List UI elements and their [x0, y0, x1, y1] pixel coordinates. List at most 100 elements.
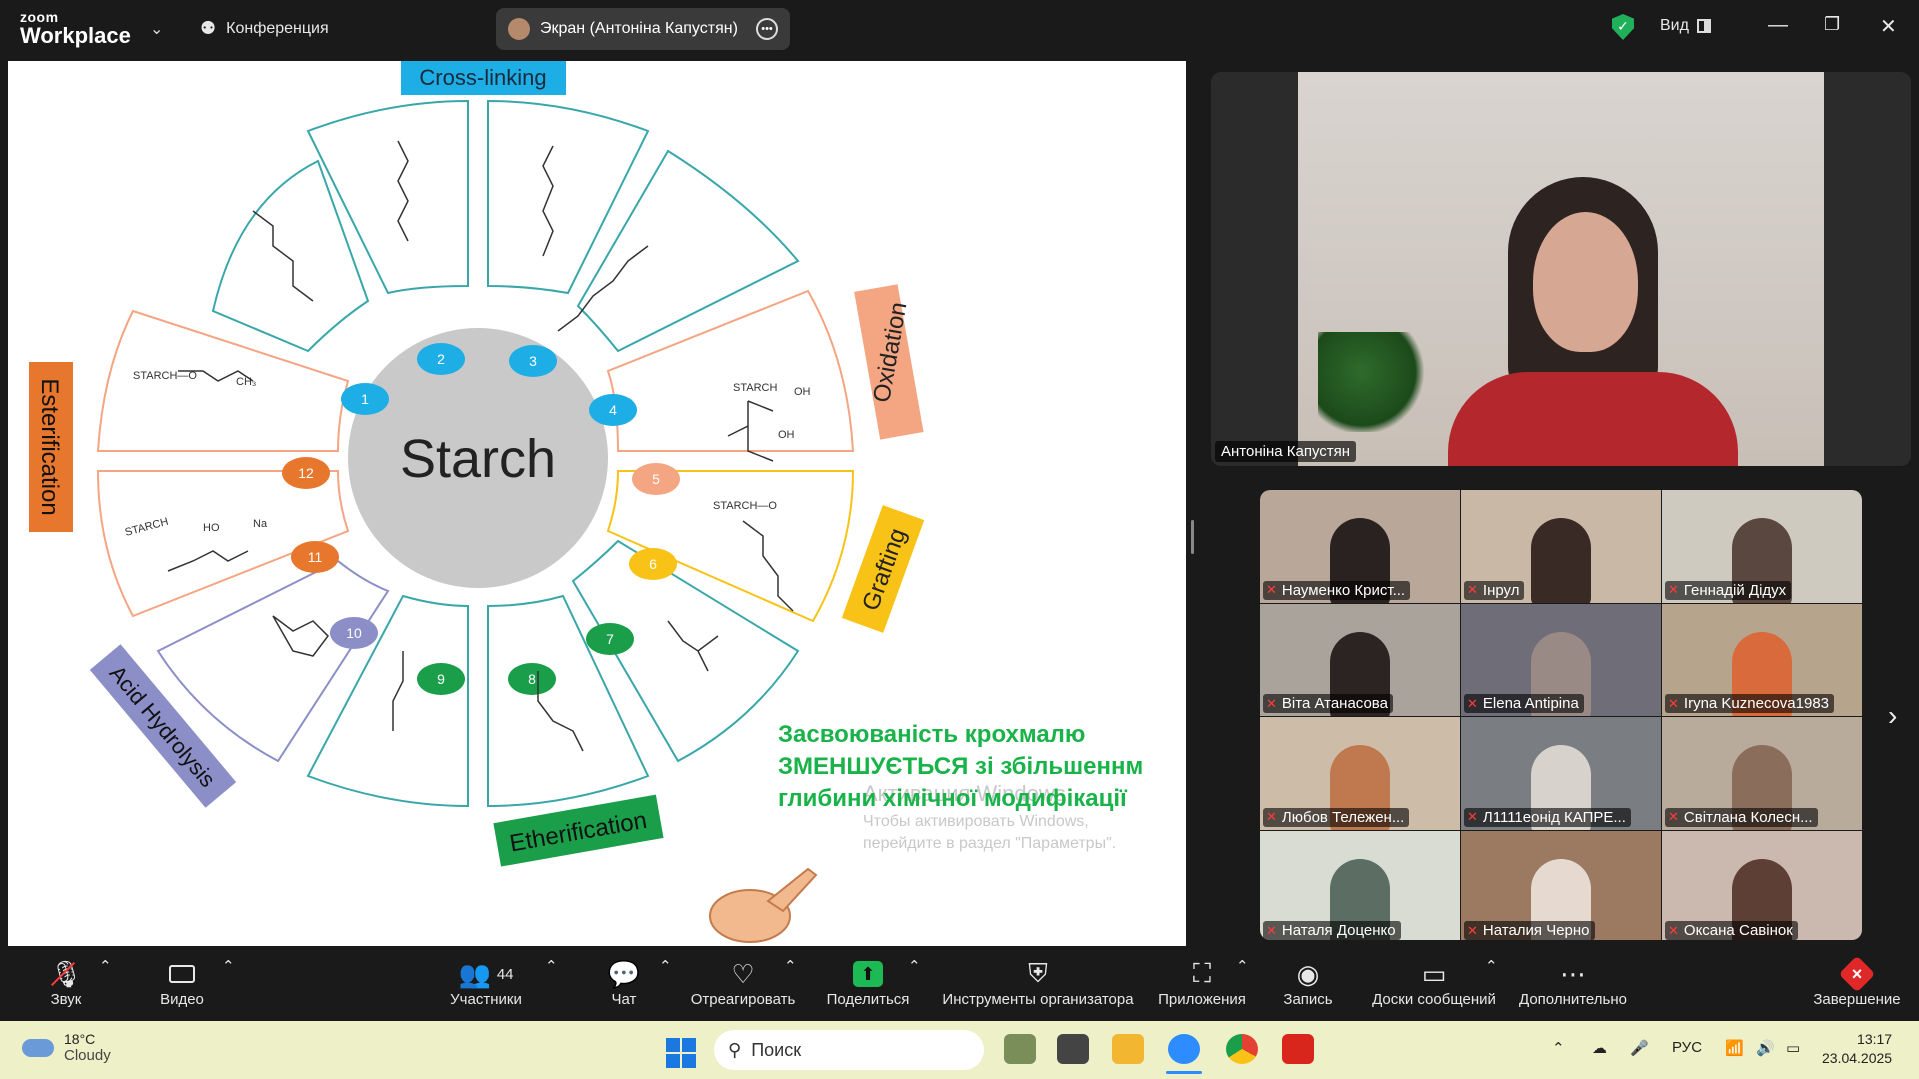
- share-button[interactable]: ⬆ Поделиться: [826, 957, 910, 1008]
- watermark-line-3: перейдите в раздел "Параметры".: [863, 835, 1116, 852]
- weather-widget[interactable]: 18°C Cloudy: [22, 1031, 111, 1064]
- mic-muted-icon: ✕: [1668, 809, 1679, 824]
- share-options-chevron-icon[interactable]: ⌃: [908, 957, 921, 975]
- meeting-info-button[interactable]: ⚉ Конференция: [200, 18, 329, 39]
- participant-tile[interactable]: ✕ Elena Antipina: [1461, 603, 1661, 716]
- title-bar: zoom Workplace ⌄ ⚉ Конференция Экран (Ан…: [0, 0, 1919, 59]
- chevron-right-icon[interactable]: ›: [1888, 700, 1897, 732]
- participant-name: Інрул: [1482, 581, 1520, 599]
- whiteboards-button[interactable]: ▭ Доски сообщений: [1367, 957, 1501, 1009]
- battery-icon[interactable]: ▭: [1786, 1039, 1800, 1057]
- restore-icon[interactable]: ❐: [1824, 14, 1840, 35]
- participant-tile[interactable]: ✕ Л1111еонід КАПРЕ...: [1461, 717, 1661, 830]
- formula-oh-bottom: OH: [778, 429, 795, 441]
- acrobat-icon[interactable]: [1282, 1034, 1314, 1064]
- chat-options-chevron-icon[interactable]: ⌃: [659, 957, 672, 975]
- note-line-1: Засвоюваність крохмалю: [778, 721, 1085, 748]
- splitter-handle[interactable]: [1191, 520, 1194, 554]
- apps-button[interactable]: ⛶ Приложения: [1156, 957, 1248, 1008]
- video-label: Видео: [160, 991, 204, 1008]
- weather-condition: Cloudy: [64, 1047, 111, 1064]
- show-hidden-icons-chevron-icon[interactable]: ⌃: [1552, 1039, 1565, 1057]
- whiteboard-icon: ▭: [1421, 958, 1447, 989]
- mic-muted-icon: ✕: [1467, 695, 1478, 711]
- taskbar-search[interactable]: ⚲ Поиск: [714, 1030, 984, 1070]
- speaker-body: [1448, 372, 1738, 466]
- audio-options-chevron-icon[interactable]: ⌃: [99, 957, 112, 975]
- participant-name: Elena Antipina: [1482, 695, 1579, 712]
- participant-name-tag: ✕ Elena Antipina: [1464, 694, 1584, 713]
- more-button[interactable]: ⋯ Дополнительно: [1517, 957, 1629, 1009]
- clock[interactable]: 13:17 23.04.2025: [1822, 1030, 1892, 1068]
- participant-tile[interactable]: ✕ Світлана Колесн...: [1662, 717, 1862, 830]
- segment-number-1: 1: [361, 391, 369, 407]
- react-button[interactable]: ♡ Отреагировать: [690, 957, 796, 1009]
- audio-label: Звук: [50, 991, 82, 1008]
- microphone-icon[interactable]: 🎤: [1630, 1039, 1649, 1057]
- end-meeting-button[interactable]: × Завершение: [1812, 955, 1902, 1008]
- whiteboards-options-chevron-icon[interactable]: ⌃: [1485, 957, 1498, 975]
- segment-number-7: 7: [606, 631, 614, 647]
- participant-tile[interactable]: ✕ Наталя Доценко: [1260, 830, 1460, 940]
- record-label: Запись: [1283, 991, 1333, 1008]
- security-shield-icon[interactable]: ✓: [1612, 14, 1634, 40]
- note-line-2: ЗМЕНШУЄТЬСЯ зі збільшеннм: [778, 753, 1143, 780]
- minimize-icon[interactable]: —: [1768, 14, 1788, 37]
- active-app-indicator: [1166, 1071, 1202, 1074]
- desktop-icon[interactable]: [1057, 1034, 1089, 1064]
- participants-options-chevron-icon[interactable]: ⌃: [545, 957, 558, 975]
- active-speaker-video[interactable]: Антоніна Капустян: [1211, 72, 1911, 466]
- formula-ch3: CH₃: [236, 376, 256, 388]
- formula-starch-oxidation: STARCH: [733, 382, 777, 394]
- video-options-chevron-icon[interactable]: ⌃: [222, 957, 235, 975]
- meeting-toolbar: 🎙 Звук ⌃ Видео ⌃ 👥 44 Участники ⌃ 💬 Чат ⌃…: [0, 949, 1919, 1021]
- language-indicator[interactable]: РУС: [1672, 1039, 1702, 1056]
- participant-name-tag: ✕ Любов Тележен...: [1263, 807, 1410, 827]
- video-button[interactable]: Видео: [156, 957, 208, 1008]
- formula-grafting: STARCH—O: [713, 500, 777, 512]
- participant-tile[interactable]: ✕ Інрул: [1461, 490, 1661, 603]
- chrome-icon[interactable]: [1226, 1034, 1258, 1064]
- zoom-logo[interactable]: zoom Workplace: [20, 10, 131, 47]
- more-icon[interactable]: •••: [756, 18, 778, 40]
- participant-tile[interactable]: ✕ Наталия Черно: [1461, 830, 1661, 940]
- onedrive-icon[interactable]: ☁: [1592, 1039, 1607, 1057]
- avatar: [508, 18, 530, 40]
- participant-name: Оксана Савінок: [1683, 922, 1793, 939]
- record-button[interactable]: ◉ Запись: [1279, 957, 1337, 1009]
- heart-icon: ♡: [731, 958, 755, 989]
- clock-time: 13:17: [1857, 1031, 1893, 1047]
- participant-tile[interactable]: ✕ Віта Атанасова: [1260, 603, 1460, 716]
- taskview-icon[interactable]: [1004, 1034, 1036, 1064]
- screen-share-indicator[interactable]: Экран (Антоніна Капустян) •••: [496, 8, 790, 50]
- audio-button[interactable]: 🎙 Звук: [40, 957, 92, 1009]
- close-icon[interactable]: ✕: [1880, 14, 1897, 39]
- view-button[interactable]: Вид: [1660, 17, 1711, 35]
- chevron-down-icon[interactable]: ⌄: [150, 19, 163, 39]
- participant-name-tag: ✕ Віта Атанасова: [1263, 694, 1393, 713]
- windows-start-icon[interactable]: [666, 1038, 696, 1068]
- zoom-app-icon[interactable]: [1168, 1034, 1200, 1064]
- host-shield-icon: ⛨: [1028, 958, 1048, 988]
- cross-linking-label: Cross-linking: [419, 65, 546, 90]
- participant-name-tag: ✕ Iryna Kuznecova1983: [1665, 694, 1835, 713]
- participant-tile[interactable]: ✕ Iryna Kuznecova1983: [1662, 603, 1862, 716]
- participant-tile[interactable]: ✕ Геннадій Дідух: [1662, 490, 1862, 603]
- participant-name: Віта Атанасова: [1281, 695, 1388, 712]
- react-options-chevron-icon[interactable]: ⌃: [784, 957, 797, 975]
- file-explorer-icon[interactable]: [1112, 1034, 1144, 1064]
- host-tools-button[interactable]: ⛨ Инструменты организатора: [938, 957, 1138, 1008]
- chat-button[interactable]: 💬 Чат: [604, 957, 644, 1009]
- participants-button[interactable]: 👥 44 Участники: [446, 957, 526, 1009]
- participant-tile[interactable]: ✕ Любов Тележен...: [1260, 717, 1460, 830]
- react-label: Отреагировать: [690, 991, 796, 1008]
- volume-icon[interactable]: 🔊: [1756, 1039, 1775, 1057]
- apps-options-chevron-icon[interactable]: ⌃: [1236, 957, 1249, 975]
- participant-name-tag: ✕ Світлана Колесн...: [1665, 807, 1818, 827]
- participant-tile[interactable]: ✕ Оксана Савінок: [1662, 830, 1862, 940]
- end-icon: ×: [1838, 955, 1876, 993]
- apps-icon: ⛶: [1192, 958, 1212, 988]
- wifi-icon[interactable]: 📶: [1725, 1039, 1744, 1057]
- logo-top-text: zoom: [20, 9, 59, 25]
- participant-tile[interactable]: ✕ Науменко Крист...: [1260, 490, 1460, 603]
